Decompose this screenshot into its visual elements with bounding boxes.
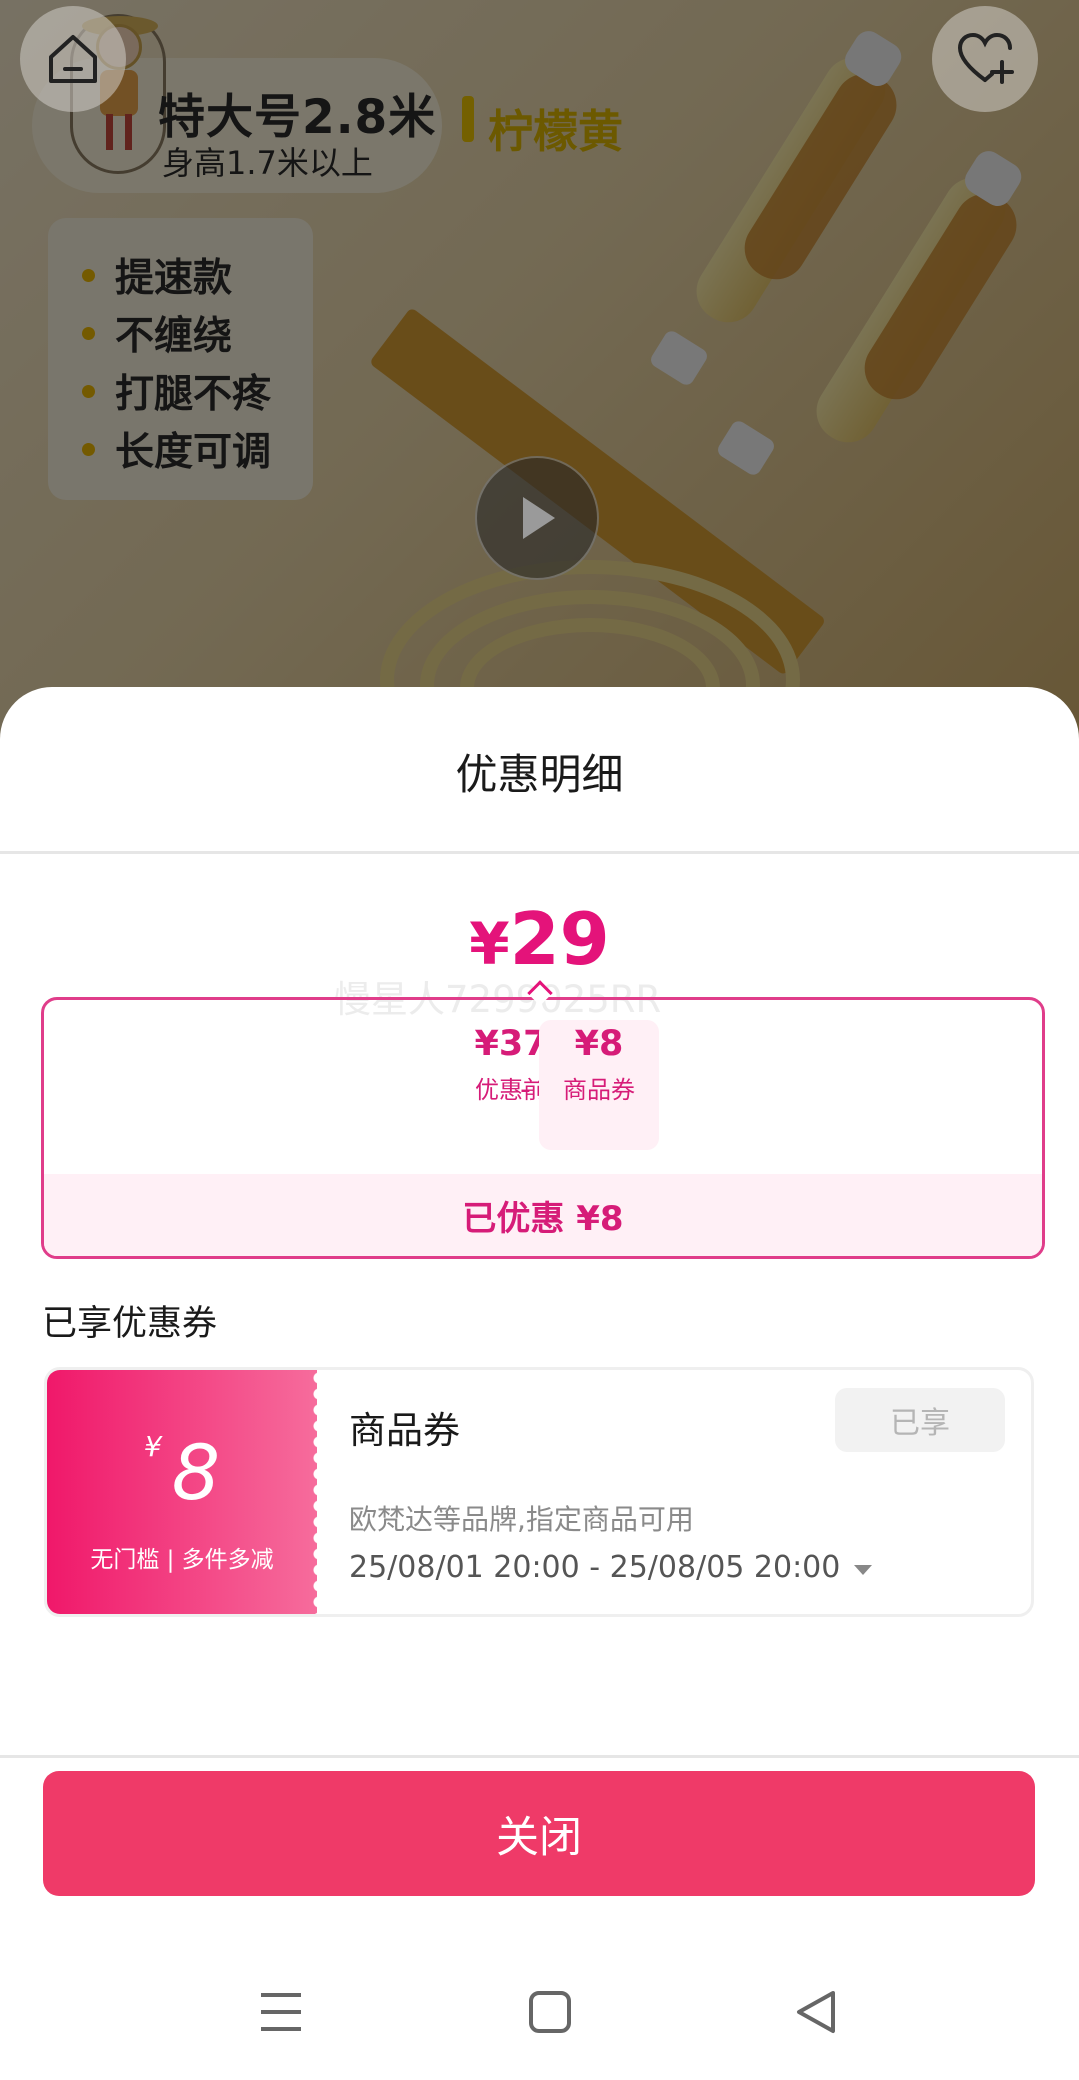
coupon-currency: ¥ (143, 1430, 162, 1463)
final-price-currency: ¥ (469, 910, 510, 978)
system-nav-bar (0, 1942, 1079, 2080)
play-video-button[interactable] (475, 456, 599, 580)
coupon-perforation (309, 1370, 325, 1614)
square-icon (529, 1991, 571, 2033)
coupon-condition: 无门槛 | 多件多减 (90, 1547, 274, 1573)
coupon-amount: ¥8 (47, 1428, 317, 1517)
coupon-validity-text: 25/08/01 20:00 - 25/08/05 20:00 (349, 1550, 841, 1585)
heart-plus-icon (957, 32, 1014, 84)
discount-detail-sheet: 优惠明细 ¥29 慢星人7299025RR ¥37 优惠前 - ¥8 商品券 已… (0, 687, 1079, 2080)
coupon-status-badge: 已享 (835, 1388, 1005, 1452)
total-saved: 已优惠 ¥8 (44, 1174, 1042, 1256)
price-breakdown: ¥37 优惠前 - ¥8 商品券 已优惠 ¥8 (41, 997, 1045, 1259)
menu-icon (261, 1993, 301, 2031)
play-icon (523, 497, 555, 539)
home-icon (49, 35, 97, 83)
sheet-title: 优惠明细 (455, 750, 624, 799)
coupon-scope: 欧梵达等品牌,指定商品可用 (349, 1503, 694, 1536)
nav-home-button[interactable] (520, 1982, 580, 2042)
coupon-deduction: ¥8 商品券 (539, 1020, 659, 1150)
coupon-deduction-value: ¥8 (574, 1024, 624, 1064)
product-image: 特大号2.8米 身高1.7米以上 柠檬黄 提速款 不缠绕 打腿不疼 长度可调 (0, 0, 1079, 740)
header-divider (0, 851, 1079, 854)
coupon-value-panel: ¥8 无门槛 | 多件多减 (47, 1370, 317, 1614)
nav-menu-button[interactable] (251, 1982, 311, 2042)
coupon-card[interactable]: ¥8 无门槛 | 多件多减 商品券 已享 欧梵达等品牌,指定商品可用 25/08… (44, 1367, 1034, 1617)
coupon-deduction-label: 商品券 (563, 1076, 635, 1104)
applied-coupons-title: 已享优惠券 (42, 1304, 218, 1344)
chevron-down-icon[interactable] (854, 1564, 873, 1575)
home-button[interactable] (20, 6, 126, 112)
modal-overlay[interactable] (0, 0, 1079, 740)
close-button[interactable]: 关闭 (43, 1771, 1035, 1896)
coupon-name: 商品券 (349, 1409, 460, 1452)
back-triangle-icon (797, 1991, 835, 2033)
coupon-amount-value: 8 (171, 1428, 221, 1517)
footer-divider (0, 1755, 1079, 1758)
minus-operator: - (520, 1072, 531, 1107)
favorite-button[interactable] (932, 6, 1038, 112)
coupon-validity[interactable]: 25/08/01 20:00 - 25/08/05 20:00 (349, 1550, 873, 1585)
nav-back-button[interactable] (786, 1982, 846, 2042)
